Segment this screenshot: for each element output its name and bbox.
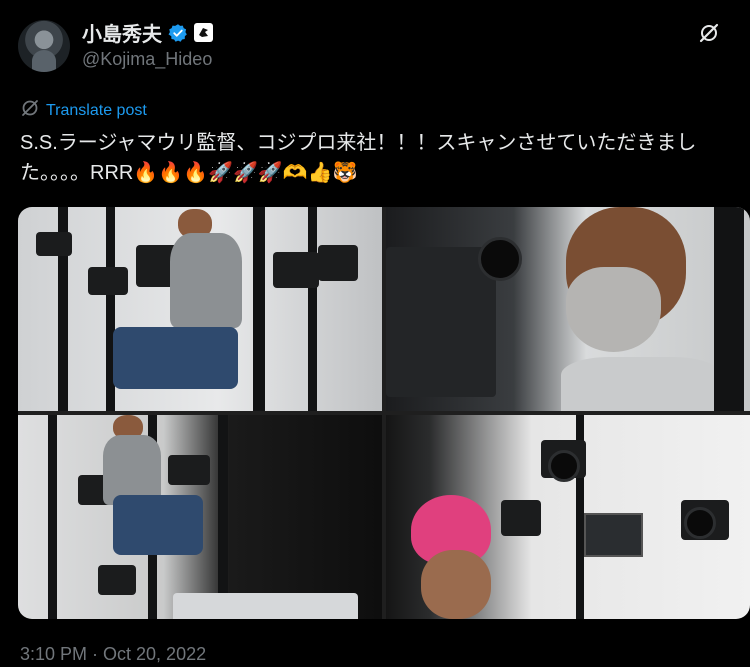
photo-3[interactable] bbox=[18, 415, 382, 619]
author-name-row: 小島秀夫 bbox=[82, 18, 213, 47]
photo-4[interactable] bbox=[386, 415, 750, 619]
display-name[interactable]: 小島秀夫 bbox=[82, 18, 162, 47]
photo-2[interactable] bbox=[386, 207, 750, 411]
avatar[interactable] bbox=[18, 20, 70, 72]
media-grid bbox=[18, 207, 750, 619]
timestamp[interactable]: 3:10 PM · Oct 20, 2022 bbox=[20, 644, 206, 665]
handle[interactable]: @Kojima_Hideo bbox=[82, 49, 212, 70]
verified-icon[interactable] bbox=[168, 23, 188, 43]
translate-label[interactable]: Translate post bbox=[46, 102, 147, 120]
translate-icon bbox=[20, 98, 40, 123]
grok-icon[interactable] bbox=[698, 22, 720, 49]
translate-post-link[interactable]: Translate post bbox=[20, 98, 147, 123]
affiliate-badge-icon[interactable] bbox=[194, 23, 213, 42]
post-text: S.S.ラージャマウリ監督、コジプロ来社！！！スキャンさせていただきました。。。… bbox=[20, 132, 697, 184]
photo-1[interactable] bbox=[18, 207, 382, 411]
